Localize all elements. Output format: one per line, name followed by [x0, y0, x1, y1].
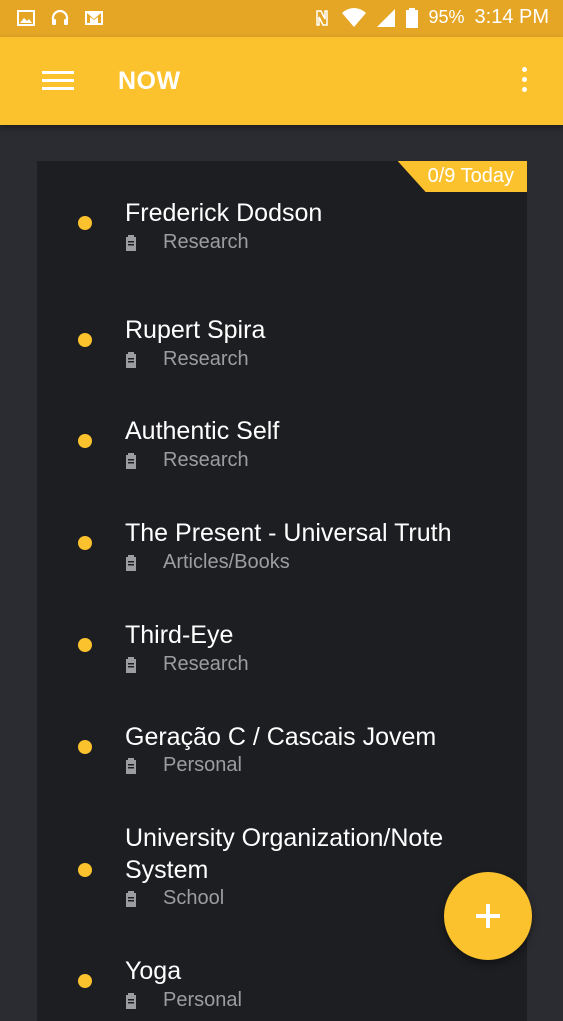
image-icon	[17, 10, 35, 26]
priority-dot	[78, 638, 92, 652]
task-category-label: Personal	[163, 754, 242, 776]
gmail-icon	[85, 11, 103, 25]
battery-icon	[406, 7, 419, 28]
task-category: Personal	[125, 754, 242, 777]
task-category-label: Research	[163, 653, 249, 675]
priority-dot	[78, 740, 92, 754]
add-task-button[interactable]	[444, 872, 532, 960]
task-category: Research	[125, 449, 249, 472]
task-category: Research	[125, 348, 249, 371]
task-category: School	[125, 887, 224, 910]
battery-percent: 95%	[428, 7, 465, 27]
priority-dot	[78, 216, 92, 230]
task-category: Personal	[125, 989, 242, 1012]
tag-icon	[126, 452, 136, 469]
tag-icon	[126, 890, 136, 907]
task-category-label: Research	[163, 231, 249, 253]
tag-icon	[126, 992, 136, 1009]
task-category-label: School	[163, 887, 225, 909]
task-category-label: Research	[163, 449, 249, 471]
tag-icon	[126, 234, 136, 251]
headset-icon	[51, 9, 69, 25]
hamburger-menu-icon[interactable]	[42, 71, 76, 93]
priority-dot	[78, 536, 92, 550]
task-title: Yoga	[125, 957, 182, 985]
tag-icon	[126, 554, 136, 571]
task-title: Third-Eye	[125, 621, 234, 649]
task-category-label: Personal	[163, 989, 242, 1011]
add-icon	[476, 904, 500, 928]
nfc-icon	[316, 9, 329, 26]
task-category: Articles/Books	[125, 551, 290, 574]
task-category-label: Research	[163, 348, 249, 370]
priority-dot	[78, 863, 92, 877]
signal-icon	[377, 8, 396, 27]
task-category-label: Articles/Books	[163, 551, 290, 573]
page-title: NOW	[118, 67, 181, 95]
priority-dot	[78, 333, 92, 347]
task-title: Geração C / Cascais Jovem	[125, 723, 437, 751]
more-vert-icon[interactable]	[521, 67, 529, 97]
today-counter-badge: 0/9 Today	[397, 161, 527, 192]
status-bar: 95% 3:14 PM	[0, 0, 563, 37]
tag-icon	[126, 351, 136, 368]
task-title: Rupert Spira	[125, 316, 266, 344]
priority-dot	[78, 434, 92, 448]
task-category: Research	[125, 653, 249, 676]
tag-icon	[126, 757, 136, 774]
task-title: The Present - Universal Truth	[125, 519, 452, 547]
task-title: University Organization/Note System	[125, 824, 444, 884]
wifi-icon	[342, 7, 367, 27]
app-bar: NOW	[0, 37, 563, 125]
task-category: Research	[125, 231, 249, 254]
clock: 3:14 PM	[474, 6, 549, 28]
task-title: Authentic Self	[125, 417, 280, 445]
task-title: Frederick Dodson	[125, 199, 323, 227]
priority-dot	[78, 974, 92, 988]
tag-icon	[126, 656, 136, 673]
